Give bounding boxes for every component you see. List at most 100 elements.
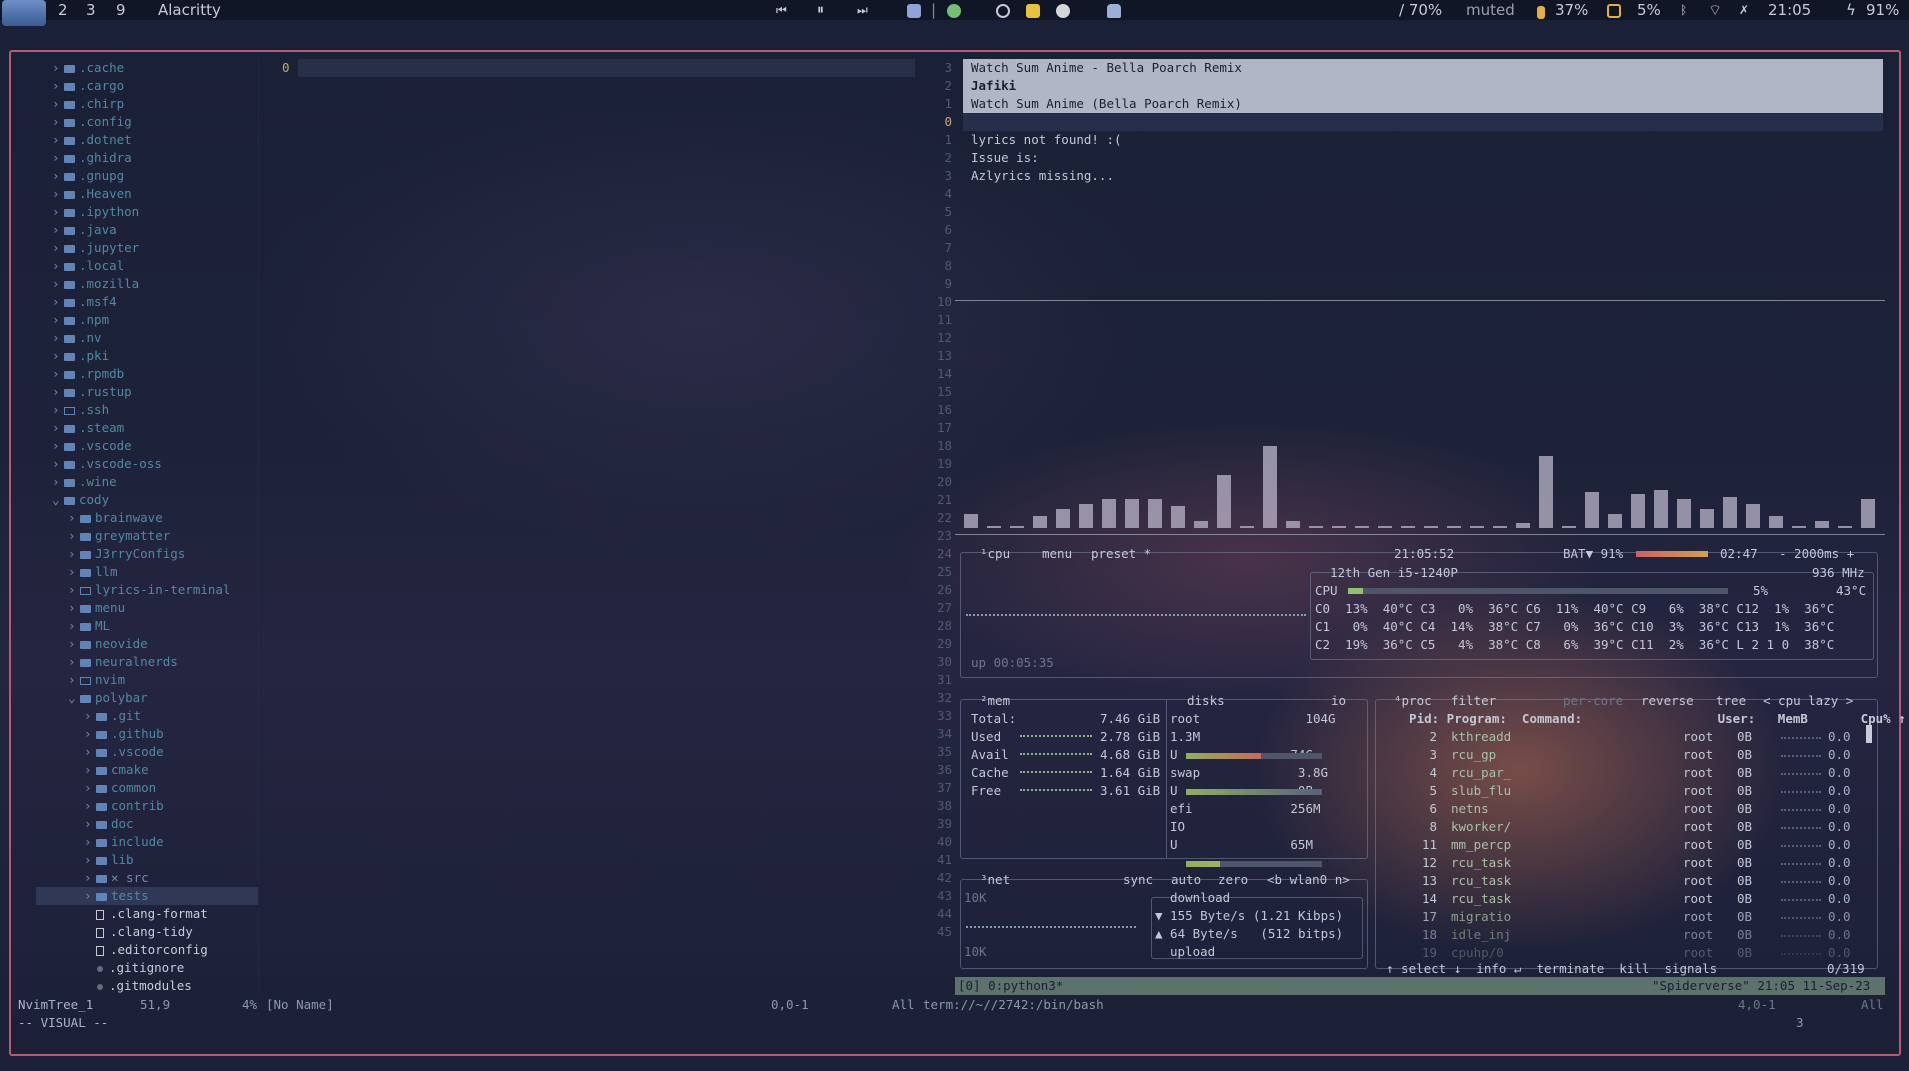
chevron-right-icon[interactable]: › bbox=[84, 797, 94, 815]
proc-cell[interactable]: 0.0 bbox=[1828, 801, 1851, 817]
proc-cell[interactable]: slub_flu bbox=[1451, 783, 1511, 799]
btop-disks-label[interactable]: disks bbox=[1187, 693, 1225, 709]
tree-item[interactable]: › common bbox=[84, 779, 156, 797]
proc-cell[interactable]: 11 bbox=[1422, 837, 1437, 853]
proc-cell[interactable]: 0.0 bbox=[1828, 855, 1851, 871]
chevron-right-icon[interactable]: › bbox=[52, 59, 62, 77]
chevron-right-icon[interactable]: › bbox=[52, 275, 62, 293]
proc-cell[interactable]: 0B bbox=[1737, 801, 1752, 817]
btop-net-label[interactable]: ³net bbox=[980, 872, 1010, 888]
chevron-right-icon[interactable]: › bbox=[52, 383, 62, 401]
chevron-right-icon[interactable] bbox=[84, 905, 94, 923]
tree-item[interactable]: › .ipython bbox=[52, 203, 139, 221]
proc-cell[interactable]: root bbox=[1683, 819, 1713, 835]
proc-cell[interactable]: 0B bbox=[1737, 873, 1752, 889]
proc-tree-button[interactable]: tree bbox=[1716, 693, 1746, 709]
proc-cell[interactable]: kthreadd bbox=[1451, 729, 1511, 745]
net-auto-button[interactable]: auto bbox=[1171, 872, 1201, 888]
chevron-right-icon[interactable]: › bbox=[52, 185, 62, 203]
mic-status[interactable]: muted bbox=[1466, 0, 1515, 20]
spotify-icon[interactable] bbox=[947, 3, 961, 23]
proc-cell[interactable]: 0B bbox=[1737, 909, 1752, 925]
btop-interval[interactable]: - 2000ms + bbox=[1779, 546, 1854, 562]
proc-cell[interactable]: 0.0 bbox=[1828, 819, 1851, 835]
tree-item[interactable]: › .local bbox=[52, 257, 124, 275]
tree-item[interactable]: › .rpmdb bbox=[52, 365, 124, 383]
proc-cell[interactable]: migratio bbox=[1451, 909, 1511, 925]
tree-item[interactable]: › lyrics-in-terminal bbox=[68, 581, 230, 599]
chevron-right-icon[interactable] bbox=[84, 977, 94, 995]
proc-filter-button[interactable]: filter bbox=[1451, 693, 1496, 709]
tree-item[interactable]: › .gnupg bbox=[52, 167, 124, 185]
chevron-right-icon[interactable]: › bbox=[68, 545, 78, 563]
btop-preset-button[interactable]: preset * bbox=[1091, 546, 1151, 562]
chevron-right-icon[interactable]: › bbox=[84, 869, 94, 887]
distro-logo-icon[interactable] bbox=[2, 0, 46, 26]
proc-cell[interactable]: 12 bbox=[1422, 855, 1437, 871]
chevron-right-icon[interactable]: › bbox=[84, 887, 94, 905]
proc-cell[interactable]: 0.0 bbox=[1828, 945, 1851, 961]
chevron-right-icon[interactable]: › bbox=[52, 401, 62, 419]
proc-cell[interactable]: 0.0 bbox=[1828, 729, 1851, 745]
chevron-right-icon[interactable] bbox=[84, 941, 94, 959]
proc-cell[interactable]: 0B bbox=[1737, 855, 1752, 871]
proc-cell[interactable]: 3 bbox=[1429, 747, 1437, 763]
next-track-icon[interactable]: ⏭ bbox=[857, 0, 868, 20]
proc-cell[interactable]: 13 bbox=[1422, 873, 1437, 889]
proc-cell[interactable]: root bbox=[1683, 783, 1713, 799]
tree-item[interactable]: › .nv bbox=[52, 329, 102, 347]
proc-cell[interactable]: 0.0 bbox=[1828, 783, 1851, 799]
tree-item[interactable]: › .rustup bbox=[52, 383, 132, 401]
proc-cell[interactable]: root bbox=[1683, 747, 1713, 763]
proc-cell[interactable]: root bbox=[1683, 855, 1713, 871]
proc-cell[interactable]: 2 bbox=[1429, 729, 1437, 745]
proc-cell[interactable]: 0B bbox=[1737, 945, 1752, 961]
vpn-icon[interactable]: ✗ bbox=[1739, 0, 1749, 20]
tree-item[interactable]: › llm bbox=[68, 563, 118, 581]
chevron-right-icon[interactable] bbox=[84, 923, 94, 941]
pause-icon[interactable]: ⏸ bbox=[817, 0, 824, 20]
btop-io-label[interactable]: io bbox=[1331, 693, 1346, 709]
tree-item[interactable]: › neovide bbox=[68, 635, 148, 653]
proc-cell[interactable]: root bbox=[1683, 909, 1713, 925]
proc-cell[interactable]: 5 bbox=[1429, 783, 1437, 799]
tree-item[interactable]: › .jupyter bbox=[52, 239, 139, 257]
proc-cell[interactable]: cpuhp/0 bbox=[1451, 945, 1504, 961]
tree-item[interactable]: › lib bbox=[84, 851, 134, 869]
tree-item[interactable]: ⌄ cody bbox=[52, 491, 109, 509]
chevron-right-icon[interactable]: › bbox=[52, 77, 62, 95]
tree-item[interactable]: ⌄ polybar bbox=[68, 689, 148, 707]
chevron-right-icon[interactable]: › bbox=[52, 311, 62, 329]
tree-item[interactable]: › .steam bbox=[52, 419, 124, 437]
chevron-right-icon[interactable]: › bbox=[68, 563, 78, 581]
proc-per-core-button[interactable]: per-core bbox=[1563, 693, 1623, 709]
tree-item[interactable]: › nvim bbox=[68, 671, 125, 689]
chevron-right-icon[interactable]: › bbox=[52, 293, 62, 311]
workspace-3[interactable]: 3 bbox=[86, 0, 96, 20]
tree-item[interactable]: › tests bbox=[36, 887, 258, 905]
notes-icon[interactable] bbox=[1026, 3, 1040, 23]
chevron-right-icon[interactable]: › bbox=[68, 635, 78, 653]
proc-cell[interactable]: 8 bbox=[1429, 819, 1437, 835]
chevron-right-icon[interactable]: › bbox=[68, 509, 78, 527]
proc-cell[interactable]: 17 bbox=[1422, 909, 1437, 925]
proc-cell[interactable]: 14 bbox=[1422, 891, 1437, 907]
chevron-right-icon[interactable]: › bbox=[52, 149, 62, 167]
chevron-right-icon[interactable]: › bbox=[52, 113, 62, 131]
tree-item[interactable]: › .vscode-oss bbox=[52, 455, 162, 473]
tree-item[interactable]: › .github bbox=[84, 725, 164, 743]
chevron-right-icon[interactable]: › bbox=[52, 455, 62, 473]
proc-cell[interactable]: 0B bbox=[1737, 783, 1752, 799]
proc-cell[interactable]: kworker/ bbox=[1451, 819, 1511, 835]
proc-cell[interactable]: root bbox=[1683, 729, 1713, 745]
tree-item[interactable]: › .msf4 bbox=[52, 293, 117, 311]
proc-cell[interactable]: 0B bbox=[1737, 891, 1752, 907]
chevron-right-icon[interactable]: › bbox=[68, 617, 78, 635]
tree-item[interactable]: › menu bbox=[68, 599, 125, 617]
chevron-right-icon[interactable]: › bbox=[52, 329, 62, 347]
tree-item[interactable]: › .java bbox=[52, 221, 117, 239]
tree-item[interactable]: › include bbox=[84, 833, 164, 851]
proc-cell[interactable]: 0.0 bbox=[1828, 927, 1851, 943]
proc-cell[interactable]: root bbox=[1683, 801, 1713, 817]
proc-cell[interactable]: rcu_task bbox=[1451, 855, 1511, 871]
